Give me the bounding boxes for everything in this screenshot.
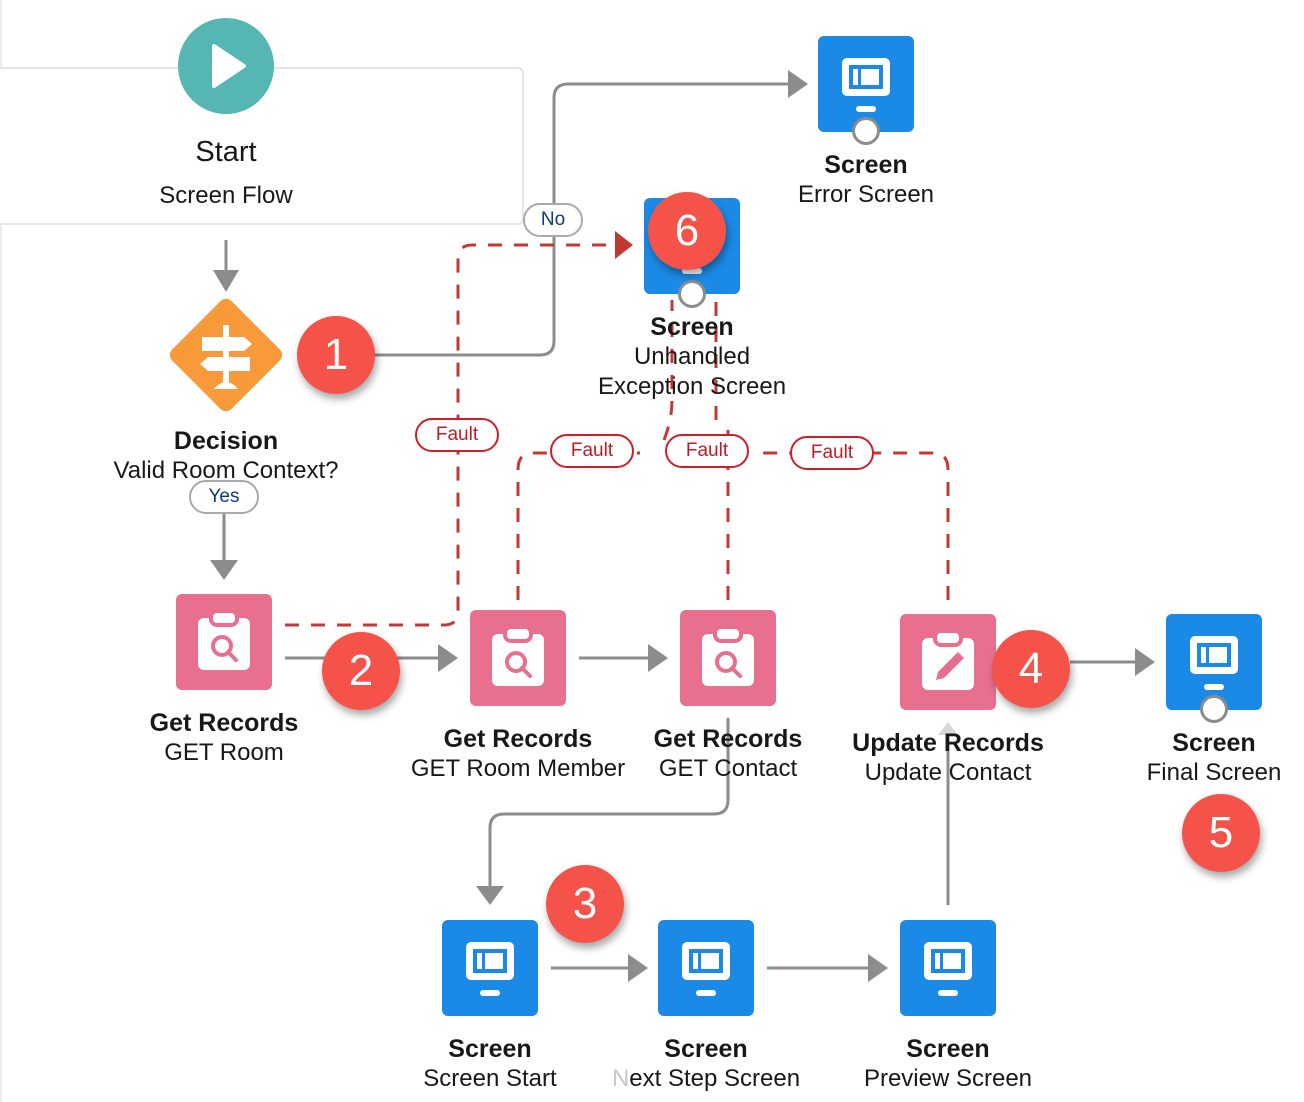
path-label-yes[interactable]: Yes xyxy=(189,480,259,514)
node-type: Screen xyxy=(650,313,734,341)
next-step-screen-label: Screen Next Step Screen xyxy=(586,1034,826,1094)
get-room-member-node[interactable] xyxy=(470,610,566,706)
clipboard-edit-icon xyxy=(922,629,974,690)
screen-icon xyxy=(466,942,514,996)
clipboard-search-icon xyxy=(702,625,754,686)
node-type: Update Records xyxy=(852,729,1044,757)
play-icon xyxy=(212,44,246,88)
get-contact-label: Get Records GET Contact xyxy=(618,724,838,784)
node-name: Update Contact xyxy=(864,759,1032,786)
update-contact-label: Update Records Update Contact xyxy=(818,728,1078,788)
screen-start-node[interactable] xyxy=(442,920,538,1016)
node-type: Get Records xyxy=(149,709,299,737)
step-badge-4: 4 xyxy=(992,630,1070,708)
node-name: Final Screen xyxy=(1146,759,1282,786)
node-type: Screen xyxy=(448,1035,532,1063)
node-name: Screen Start xyxy=(423,1065,557,1092)
node-name: GET Room xyxy=(164,739,284,766)
decision-label: Decision Valid Room Context? xyxy=(76,426,376,486)
arrowhead xyxy=(1135,648,1155,676)
node-name: Unhandled xyxy=(633,343,751,370)
get-contact-node[interactable] xyxy=(680,610,776,706)
start-subtitle: Screen Flow xyxy=(159,182,293,209)
update-contact-node[interactable] xyxy=(900,614,996,710)
add-element-dot[interactable] xyxy=(852,117,880,145)
step-badge-2: 2 xyxy=(322,632,400,710)
node-type: Screen xyxy=(824,151,908,179)
get-room-label: Get Records GET Room xyxy=(104,708,344,768)
node-name: Next Step Screen xyxy=(586,1064,826,1094)
node-name: Error Screen xyxy=(797,181,935,208)
step-badge-5: 5 xyxy=(1182,794,1260,872)
preview-screen-node[interactable] xyxy=(900,920,996,1016)
start-node[interactable] xyxy=(178,18,274,114)
get-room-node[interactable] xyxy=(176,594,272,690)
fault-connector-roommember xyxy=(516,451,640,600)
add-element-dot[interactable] xyxy=(678,280,706,308)
screen-start-label: Screen Screen Start xyxy=(390,1034,590,1094)
node-name-first-letter: N xyxy=(611,1065,630,1092)
decision-node[interactable] xyxy=(160,289,292,421)
node-type: Screen xyxy=(664,1035,748,1063)
arrowhead xyxy=(476,886,504,905)
next-step-screen-node[interactable] xyxy=(658,920,754,1016)
node-type: Get Records xyxy=(653,725,803,753)
arrowhead xyxy=(628,954,648,982)
node-type: Get Records xyxy=(443,725,593,753)
screen-icon xyxy=(924,942,972,996)
step-badge-3: 3 xyxy=(546,865,624,943)
get-room-member-label: Get Records GET Room Member xyxy=(388,724,648,784)
node-name: Exception Screen xyxy=(597,373,787,400)
node-type: Screen xyxy=(906,1035,990,1063)
clipboard-search-icon xyxy=(492,625,544,686)
preview-screen-label: Screen Preview Screen xyxy=(828,1034,1068,1094)
fault-label-getroom[interactable]: Fault xyxy=(415,418,499,452)
fault-arrowhead xyxy=(615,231,633,259)
unhandled-screen-label: Screen Unhandled Exception Screen xyxy=(572,312,812,402)
fault-label-roommember[interactable]: Fault xyxy=(550,434,634,468)
fault-label-contact[interactable]: Fault xyxy=(665,434,749,468)
node-type: Decision xyxy=(173,427,279,455)
clipboard-search-icon xyxy=(198,609,250,670)
step-badge-6: 6 xyxy=(648,192,726,270)
node-name: GET Room Member xyxy=(410,755,626,782)
arrowhead xyxy=(788,70,808,98)
node-type: Screen xyxy=(1172,729,1256,757)
path-label-no[interactable]: No xyxy=(523,203,583,237)
arrowhead xyxy=(648,644,668,672)
step-badge-1: 1 xyxy=(297,316,375,394)
add-element-dot[interactable] xyxy=(1200,695,1228,723)
node-name-rest: ext Step Screen xyxy=(629,1065,801,1092)
error-screen-label: Screen Error Screen xyxy=(746,150,986,210)
screen-icon xyxy=(682,942,730,996)
final-screen-label: Screen Final Screen xyxy=(1114,728,1304,788)
arrowhead xyxy=(438,644,458,672)
arrowhead xyxy=(210,560,238,580)
node-name: GET Contact xyxy=(658,755,798,782)
node-name: Preview Screen xyxy=(863,1065,1033,1092)
fault-label-update[interactable]: Fault xyxy=(790,436,874,470)
arrowhead xyxy=(868,954,888,982)
start-title: Start xyxy=(195,136,257,168)
fault-connector-update xyxy=(760,451,950,600)
